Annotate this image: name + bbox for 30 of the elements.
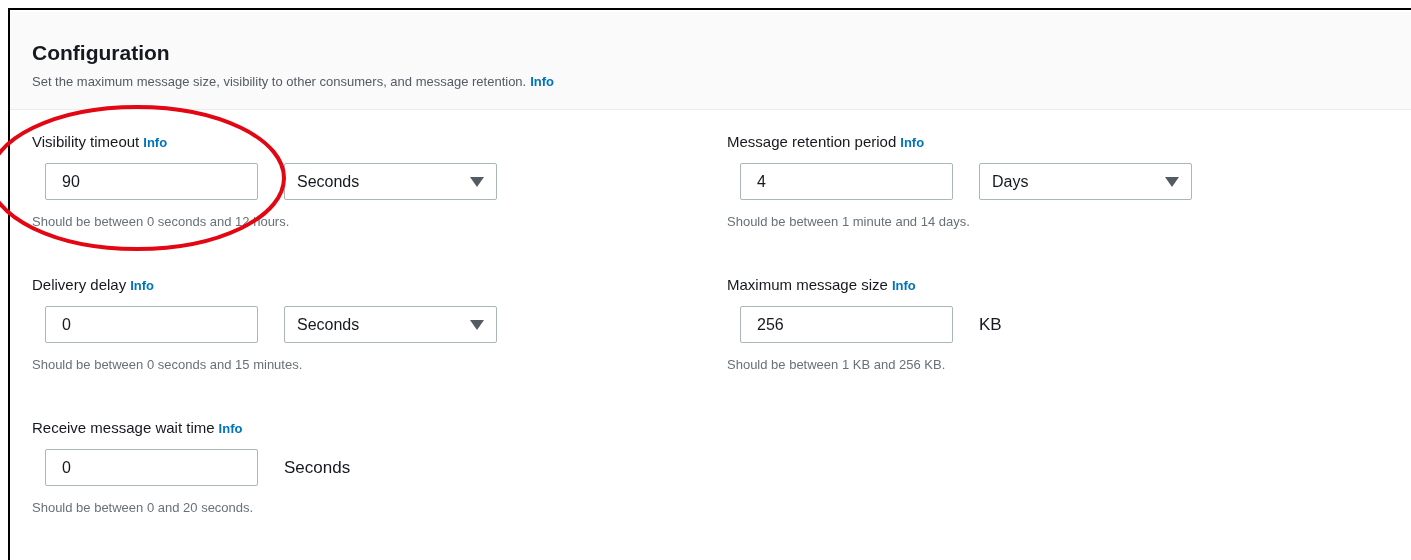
unit-select[interactable]: Days [979,163,1192,200]
unit-select[interactable]: Seconds [284,306,497,343]
number-field[interactable]: 4 [740,163,953,200]
hint-text: Should be between 1 minute and 14 days. [727,213,971,231]
panel-title: Configuration [32,40,171,66]
number-field[interactable]: 90 [45,163,258,200]
field-label: Message retention period [727,132,897,152]
unit-select[interactable]: Seconds [284,163,497,200]
info-link[interactable]: Info [218,419,243,439]
number-field[interactable]: 0 [45,306,258,343]
field-label: Receive message wait time [32,418,215,438]
field-label: Delivery delay [32,275,127,295]
caret-icon [470,319,484,330]
caret-icon [470,176,484,187]
unit-label: Seconds [284,456,351,479]
hint-text: Should be between 0 and 20 seconds. [32,499,255,517]
number-field[interactable]: 0 [45,449,258,486]
field-label: Maximum message size [727,275,888,295]
info-link[interactable]: Info [130,276,155,296]
number-field[interactable]: 256 [740,306,953,343]
hint-text: Should be between 0 seconds and 15 minutes. [32,356,304,374]
info-link[interactable]: Info [900,133,925,153]
info-link[interactable]: Info [891,276,916,296]
info-link[interactable]: Info [530,72,555,92]
info-link[interactable]: Info [143,133,168,153]
caret-icon [1165,176,1179,187]
unit-label: KB [979,313,1002,336]
hint-text: Should be between 1 KB and 256 KB. [727,356,947,374]
field-label: Visibility timeout [32,132,140,152]
panel-description: Set the maximum message size, visibility to other consumers, and message retention. [32,73,527,91]
